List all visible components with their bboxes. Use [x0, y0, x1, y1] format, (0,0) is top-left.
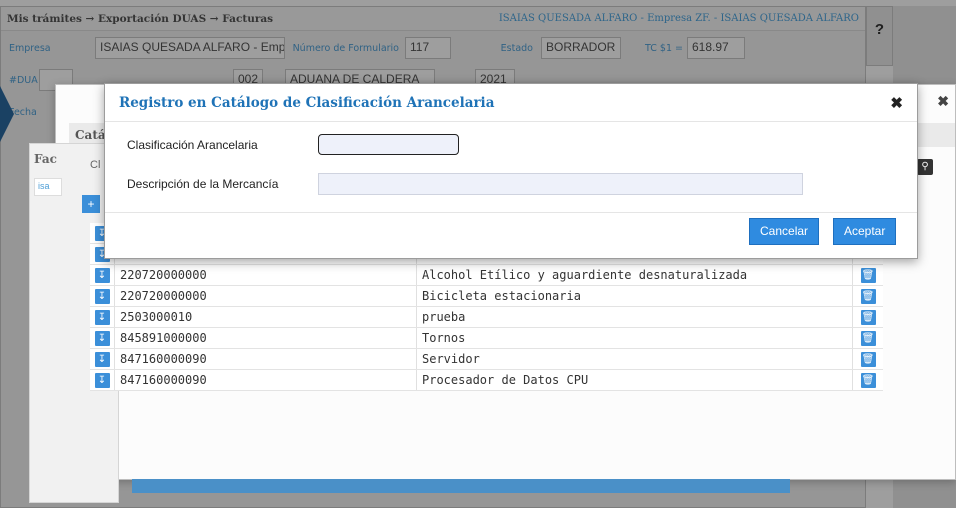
trash-icon[interactable]: 🗑 [860, 309, 876, 325]
row-description: Bicicleta estacionaria [416, 286, 852, 306]
clasificacion-label: Clasificación Arancelaria [127, 137, 258, 152]
trash-icon[interactable]: 🗑 [860, 267, 876, 283]
table-row: ↧ 845891000000 Tornos 🗑 [90, 328, 883, 349]
clasificacion-row: Clasificación Arancelaria [127, 134, 459, 155]
table-row: ↧ 847160000090 Procesador de Datos CPU 🗑 [90, 370, 883, 391]
download-icon[interactable]: ↧ [94, 372, 110, 388]
search-icon[interactable]: ⚲ [917, 159, 933, 175]
download-icon[interactable]: ↧ [94, 309, 110, 325]
close-icon[interactable]: ✖ [890, 94, 903, 112]
dialog-footer [105, 212, 917, 213]
row-description: prueba [416, 307, 852, 327]
dialog-header: Registro en Catálogo de Clasificación Ar… [105, 84, 917, 122]
row-code: 845891000000 [114, 328, 416, 348]
row-description: Procesador de Datos CPU [416, 370, 852, 390]
catalog-close-icon[interactable]: ✖ [937, 93, 949, 110]
descripcion-row: Descripción de la Mercancía [127, 173, 803, 195]
descripcion-label: Descripción de la Mercancía [127, 177, 279, 191]
trash-icon[interactable]: 🗑 [860, 372, 876, 388]
row-code: 847160000090 [114, 370, 416, 390]
trash-icon[interactable]: 🗑 [860, 288, 876, 304]
pagination-bar[interactable] [132, 479, 790, 493]
row-description: Alcohol Etílico y aguardiente desnatural… [416, 265, 852, 285]
download-icon[interactable]: ↧ [94, 351, 110, 367]
registro-dialog: Registro en Catálogo de Clasificación Ar… [104, 83, 918, 259]
trash-icon[interactable]: 🗑 [860, 351, 876, 367]
download-icon[interactable]: ↧ [94, 288, 110, 304]
download-icon[interactable]: ↧ [94, 267, 110, 283]
table-row: ↧ 847160000090 Servidor 🗑 [90, 349, 883, 370]
table-row: ↧ 220720000000 Alcohol Etílico y aguardien… [90, 265, 883, 286]
descripcion-input[interactable] [318, 173, 803, 195]
table-row: ↧ 220720000000 Bicicleta estacionaria 🗑 [90, 286, 883, 307]
row-description: Servidor [416, 349, 852, 369]
accept-button[interactable]: Aceptar [833, 218, 897, 245]
trash-icon[interactable]: 🗑 [860, 330, 876, 346]
row-code: 847160000090 [114, 349, 416, 369]
cancel-button[interactable]: Cancelar [749, 218, 820, 245]
add-button[interactable]: + [82, 195, 100, 213]
row-code: 220720000000 [114, 286, 416, 306]
table-row: ↧ 2503000010 prueba 🗑 [90, 307, 883, 328]
download-icon[interactable]: ↧ [94, 330, 110, 346]
dialog-title: Registro en Catálogo de Clasificación Ar… [119, 94, 495, 111]
clasificacion-input[interactable] [318, 134, 459, 155]
row-description: Tornos [416, 328, 852, 348]
facturas-title: Fac [34, 152, 57, 166]
catalog-filter-label: Cl [90, 159, 101, 171]
row-code: 220720000000 [114, 265, 416, 285]
row-code: 2503000010 [114, 307, 416, 327]
facturas-tab[interactable]: isa [34, 178, 62, 196]
